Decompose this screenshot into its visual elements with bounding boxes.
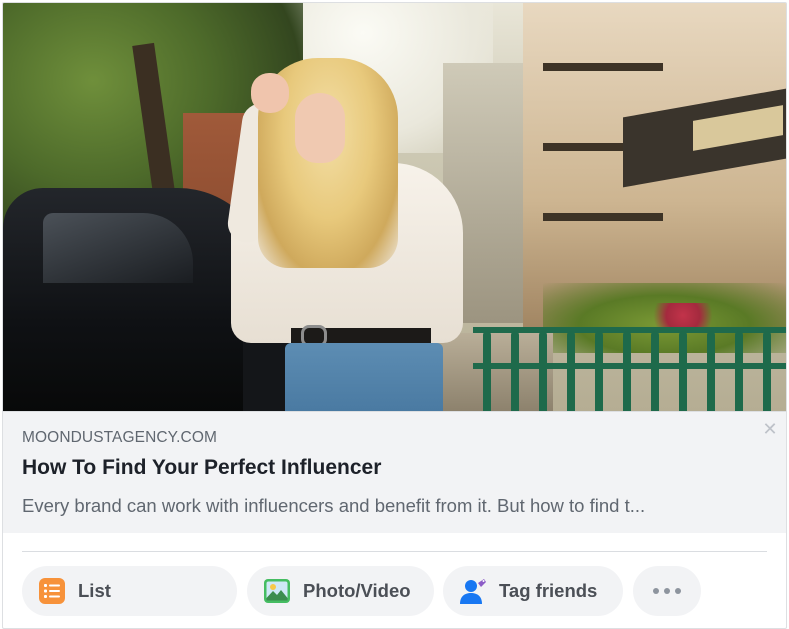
tag-friends-button[interactable]: Tag friends <box>443 566 623 616</box>
list-button[interactable]: List <box>22 566 237 616</box>
preview-image[interactable] <box>3 3 786 411</box>
link-domain: MOONDUSTAGENCY.COM <box>22 429 217 446</box>
list-label: List <box>78 580 111 601</box>
photo-video-button[interactable]: Photo/Video <box>247 566 434 616</box>
divider <box>22 551 767 552</box>
tag-friends-icon <box>459 577 487 605</box>
more-options-button[interactable] <box>633 566 701 616</box>
link-description: Every brand can work with influencers an… <box>22 495 646 516</box>
link-title[interactable]: How To Find Your Perfect Influencer <box>22 456 381 480</box>
list-icon <box>38 577 66 605</box>
photo-icon <box>263 577 291 605</box>
tag-friends-label: Tag friends <box>499 580 598 601</box>
photo-video-label: Photo/Video <box>303 580 411 601</box>
close-icon[interactable]: ✕ <box>762 421 778 439</box>
link-meta[interactable]: ✕ MOONDUSTAGENCY.COM How To Find Your Pe… <box>3 411 786 533</box>
composer-actions: List Photo/Video Tag friends <box>22 566 782 616</box>
more-icon <box>653 588 681 594</box>
link-preview-card: ✕ MOONDUSTAGENCY.COM How To Find Your Pe… <box>2 2 787 629</box>
